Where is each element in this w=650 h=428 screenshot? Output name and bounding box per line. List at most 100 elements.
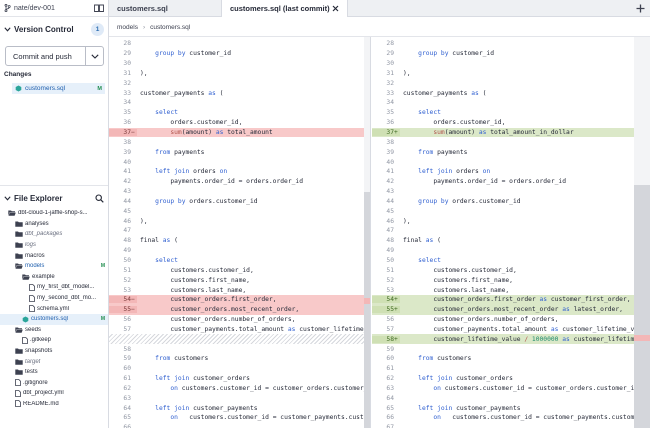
file-tree-file[interactable]: my_second_dbt_mo... (0, 293, 108, 304)
file-tree-file[interactable]: customers.sql M (0, 313, 108, 325)
file-tree-folder[interactable]: seeds (0, 325, 108, 336)
file-tree-file[interactable]: schema.yml (0, 303, 108, 314)
code-line[interactable]: 62 left join customer_orders (372, 374, 650, 384)
scrollbar-thumb[interactable] (634, 185, 650, 428)
code-line[interactable]: 30 (372, 59, 650, 69)
commit-button-label[interactable]: Commit and push (6, 47, 85, 65)
file-tree-file[interactable]: my_first_dbt_model... (0, 282, 108, 293)
version-control-header[interactable]: Version Control 1 (0, 17, 108, 42)
code-line[interactable]: 53 customers.last_name, (109, 285, 370, 295)
code-line[interactable]: 59 from customers (109, 354, 370, 364)
file-tree-file[interactable]: .gitkeep (0, 335, 108, 346)
code-line[interactable]: 66 on customers.customer_id = customer_p… (372, 413, 650, 423)
code-line[interactable]: 29 group by customer_id (109, 49, 370, 59)
code-line[interactable]: 49 (109, 246, 370, 256)
code-line[interactable]: 64 left join customer_payments (109, 403, 370, 413)
diff-pane-last-commit[interactable]: 28 29 group by customer_id 30 31), 32 33 custo… (372, 37, 650, 428)
file-tree-folder[interactable]: tests (0, 367, 108, 378)
code-line[interactable]: 62 on customers.customer_id = customer_o… (109, 384, 370, 394)
code-line[interactable]: 36 orders.customer_id, (372, 118, 650, 128)
added-line[interactable]: 37 + sum(amount) as total_amount_in_dolla… (372, 127, 650, 138)
diff-filler-line[interactable] (109, 334, 370, 345)
code-line[interactable]: 43 (109, 187, 370, 197)
code-line[interactable]: 65 left join customer_payments (372, 403, 650, 413)
code-line[interactable]: 64 (372, 393, 650, 403)
code-line[interactable]: 40 (372, 157, 650, 167)
scrollbar[interactable] (364, 37, 370, 428)
search-icon[interactable] (95, 194, 104, 203)
changed-file-item[interactable]: customers.sql M (12, 83, 105, 94)
file-tree-folder[interactable]: snapshots (0, 346, 108, 357)
code-line[interactable]: 58 (109, 344, 370, 354)
code-line[interactable]: 41 left join orders on (109, 167, 370, 177)
code-line[interactable]: 59 (372, 344, 650, 354)
file-tree-folder[interactable]: models M (0, 261, 108, 272)
code-line[interactable]: 30 (109, 59, 370, 69)
file-tree-folder[interactable]: macros (0, 250, 108, 261)
code-line[interactable]: 57 customer_payments.total_amount as cus… (372, 324, 650, 334)
code-line[interactable]: 42 payments.order_id = orders.order_id (109, 177, 370, 187)
code-line[interactable]: 40 (109, 157, 370, 167)
scrollbar[interactable] (634, 37, 650, 428)
file-tree-folder[interactable]: analyses (0, 219, 108, 230)
breadcrumb-item[interactable]: customers.sql (150, 24, 190, 31)
code-line[interactable]: 39 from payments (372, 147, 650, 157)
code-line[interactable]: 51 customers.customer_id, (109, 265, 370, 275)
code-line[interactable]: 44 group by orders.customer_id (372, 197, 650, 207)
code-line[interactable]: 57 customer_payments.total_amount as cus… (109, 324, 370, 334)
code-line[interactable]: 52 customers.first_name, (109, 275, 370, 285)
file-tree-folder[interactable]: target (0, 356, 108, 367)
code-line[interactable]: 52 customers.first_name, (372, 275, 650, 285)
code-line[interactable]: 35 select (372, 108, 650, 118)
code-line[interactable]: 43 (372, 187, 650, 197)
code-line[interactable]: 32 (109, 78, 370, 88)
tab-customers-sql[interactable]: customers.sql (109, 0, 222, 17)
commit-and-push-button[interactable]: Commit and push (5, 46, 104, 66)
diff-pane-current[interactable]: 28 29 group by customer_id 30 31), 32 33 custo… (109, 37, 371, 428)
code-line[interactable]: 63 on customers.customer_id = customer_o… (372, 384, 650, 394)
code-line[interactable]: 44 group by orders.customer_id (109, 197, 370, 207)
code-line[interactable]: 47 (372, 226, 650, 236)
code-lines[interactable]: 28 29 group by customer_id 30 31), 32 33 custo… (109, 39, 370, 428)
file-tree-file[interactable]: README.md (0, 399, 108, 410)
code-line[interactable]: 28 (109, 39, 370, 49)
plus-icon[interactable] (636, 4, 645, 13)
new-tab-button[interactable] (630, 0, 650, 16)
code-line[interactable]: 38 (109, 137, 370, 147)
code-line[interactable]: 45 (109, 206, 370, 216)
close-icon[interactable] (332, 5, 339, 12)
code-line[interactable]: 28 (372, 39, 650, 49)
code-line[interactable]: 50 select (372, 256, 650, 266)
code-line[interactable]: 61 left join customer_orders (109, 374, 370, 384)
code-line[interactable]: 35 select (109, 108, 370, 118)
code-line[interactable]: 34 (372, 98, 650, 108)
book-icon[interactable] (94, 4, 104, 12)
code-line[interactable]: 32 (372, 78, 650, 88)
file-tree-folder[interactable]: logs (0, 240, 108, 251)
code-line[interactable]: 38 (372, 137, 650, 147)
code-line[interactable]: 56 customer_orders.number_of_orders, (109, 315, 370, 325)
code-line[interactable]: 31), (109, 69, 370, 79)
file-tree-folder[interactable]: dbt_packages (0, 229, 108, 240)
added-line[interactable]: 58 + customer_lifetime_value / 1000000 as… (372, 334, 650, 345)
code-line[interactable]: 49 (372, 246, 650, 256)
code-line[interactable]: 50 select (109, 256, 370, 266)
code-line[interactable]: 36 orders.customer_id, (109, 118, 370, 128)
code-line[interactable]: 33 customer_payments as ( (372, 88, 650, 98)
file-tree-file[interactable]: dbt_project.yml (0, 388, 108, 399)
code-lines[interactable]: 28 29 group by customer_id 30 31), 32 33 custo… (372, 39, 650, 428)
code-line[interactable]: 41 left join orders on (372, 167, 650, 177)
code-line[interactable]: 66 (109, 423, 370, 428)
code-line[interactable]: 65 on customers.customer_id = customer_p… (109, 413, 370, 423)
code-line[interactable]: 61 (372, 364, 650, 374)
added-line[interactable]: 55 + customer_orders.most_recent_order as… (372, 304, 650, 315)
code-line[interactable]: 48 final as ( (372, 236, 650, 246)
code-line[interactable]: 34 (109, 98, 370, 108)
code-line[interactable]: 48 final as ( (109, 236, 370, 246)
code-line[interactable]: 60 from customers (372, 354, 650, 364)
file-tree-folder[interactable]: dbt-cloud-1-jaffle-shop-s... (0, 208, 108, 219)
code-line[interactable]: 42 payments.order_id = orders.order_id (372, 177, 650, 187)
file-tree-folder[interactable]: example (0, 272, 108, 283)
commit-options-dropdown[interactable] (85, 47, 103, 65)
chevron-down-icon[interactable] (4, 196, 11, 201)
